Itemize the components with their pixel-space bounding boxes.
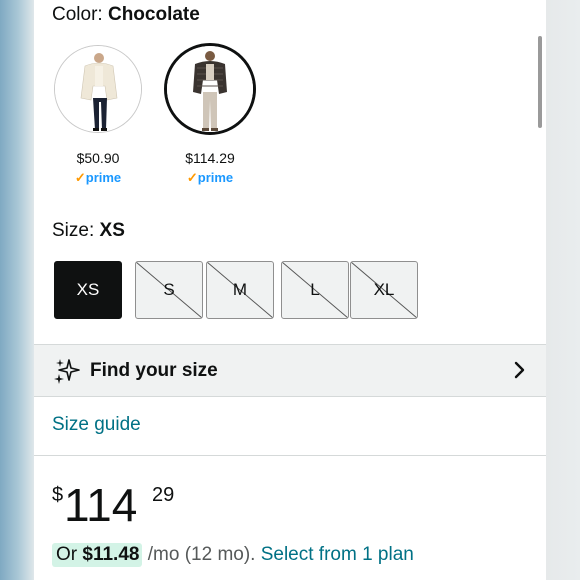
price-symbol: $: [52, 484, 64, 506]
size-value: XS: [99, 220, 125, 241]
color-swatch-chocolate[interactable]: [164, 43, 256, 135]
variant-price-2: $114.29: [185, 150, 235, 166]
variant-price-1: $50.90: [76, 150, 120, 166]
size-option-xs[interactable]: XS: [54, 261, 122, 319]
price-whole: 114: [64, 479, 138, 531]
select-plan-link[interactable]: Select from 1 plan: [261, 544, 414, 565]
size-option-label: XS: [76, 280, 100, 299]
color-label: Color:: [52, 4, 108, 25]
prime-text: prime: [85, 170, 122, 185]
scrollbar[interactable]: [538, 36, 542, 128]
installment-term: /mo (12 mo).: [142, 544, 261, 565]
size-heading: Size: XS: [52, 220, 125, 242]
installment-prefix: Or: [56, 544, 83, 565]
size-guide-link[interactable]: Size guide: [52, 414, 141, 436]
product-options-panel: Color: Chocolate $50.90 ✓prime $114.29 ✓…: [34, 0, 546, 580]
size-option-label: S: [163, 280, 175, 299]
installment-highlight: Or $11.48: [52, 543, 143, 567]
prime-check-icon: ✓: [186, 170, 198, 185]
swatch-image-cream: [55, 46, 141, 132]
swatch-image-chocolate: [167, 46, 253, 132]
size-option-label: L: [310, 280, 320, 299]
price-fraction: 29: [152, 484, 175, 506]
size-option-l[interactable]: L: [281, 261, 349, 319]
color-swatch-cream[interactable]: [54, 45, 142, 133]
size-option-m[interactable]: M: [206, 261, 274, 319]
size-option-label: M: [232, 280, 248, 299]
prime-text: prime: [197, 170, 234, 185]
chevron-right-icon: [514, 361, 526, 384]
color-value: Chocolate: [107, 4, 200, 25]
installment-amount: $11.48: [82, 544, 140, 565]
size-option-s[interactable]: S: [135, 261, 203, 319]
section-divider: [34, 455, 546, 456]
color-heading: Color: Chocolate: [52, 4, 200, 26]
size-option-label: XL: [373, 280, 395, 299]
prime-badge-2: ✓prime: [160, 170, 260, 186]
prime-badge-1: ✓prime: [48, 170, 148, 186]
installment-offer: Or $11.48 /mo (12 mo). Select from 1 pla…: [52, 543, 414, 567]
prime-check-icon: ✓: [74, 170, 86, 185]
sparkle-icon: [52, 357, 80, 390]
size-label: Size:: [52, 220, 100, 241]
find-your-size-label: Find your size: [90, 360, 218, 381]
find-your-size-button[interactable]: Find your size: [34, 344, 546, 397]
size-option-xl[interactable]: XL: [350, 261, 418, 319]
